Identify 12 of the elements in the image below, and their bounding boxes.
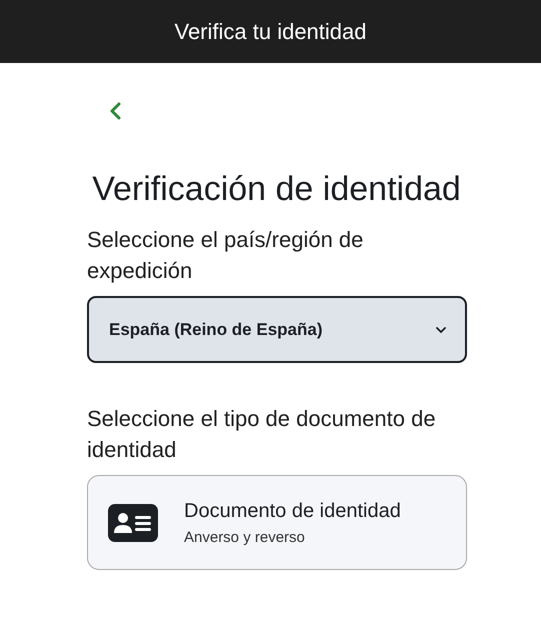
- chevron-down-icon: [435, 326, 447, 334]
- back-icon: [109, 101, 121, 121]
- header-title: Verifica tu identidad: [174, 18, 367, 44]
- country-label: Seleccione el país/región de expedición: [87, 226, 364, 285]
- document-type-label: Seleccione el tipo de documento de identidad: [87, 405, 437, 464]
- back-button[interactable]: [109, 101, 121, 121]
- option-subtitle: Anverso y reverso: [184, 528, 306, 546]
- country-dropdown[interactable]: España (Reino de España): [87, 296, 467, 363]
- page-heading: Verificación de identidad: [91, 169, 462, 210]
- id-card-icon: [108, 504, 158, 542]
- document-option[interactable]: Documento de identidad Anverso y reverso: [87, 475, 467, 570]
- option-title: Documento de identidad: [184, 500, 401, 522]
